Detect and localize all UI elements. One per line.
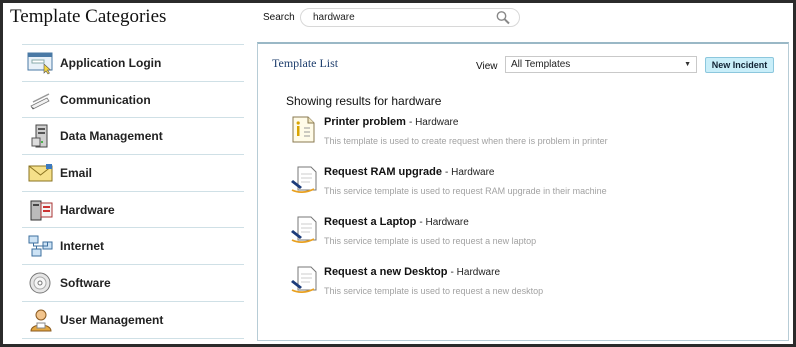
server-icon xyxy=(26,123,56,149)
result-title: Request RAM upgrade - Hardware xyxy=(324,166,495,178)
search-input[interactable] xyxy=(313,10,488,25)
result-category: Hardware xyxy=(425,217,469,228)
sidebar-item-label: Data Management xyxy=(60,129,163,144)
result-item-request-a-new-desktop[interactable]: Request a new Desktop - Hardware This se… xyxy=(288,264,768,304)
network-icon xyxy=(26,233,56,259)
result-item-request-a-laptop[interactable]: Request a Laptop - Hardware This service… xyxy=(288,214,768,254)
result-category: Hardware xyxy=(456,267,501,278)
result-item-request-ram-upgrade[interactable]: Request RAM upgrade - Hardware This serv… xyxy=(288,164,768,204)
sidebar-item-hardware[interactable]: Hardware xyxy=(22,192,244,229)
sidebar-item-application-login[interactable]: Application Login xyxy=(22,45,244,82)
printer-doc-icon xyxy=(292,116,315,143)
hardware-icon xyxy=(26,197,56,223)
result-name: Request a Laptop xyxy=(324,216,417,228)
sidebar-item-label: User Management xyxy=(60,312,164,327)
page-title: Template Categories xyxy=(10,6,167,27)
request-doc-icon xyxy=(291,266,317,294)
envelope-icon xyxy=(26,160,56,186)
result-description: This template is used to create request … xyxy=(324,136,608,146)
result-description: This service template is used to request… xyxy=(324,186,607,196)
result-name: Request a new Desktop xyxy=(324,266,448,278)
sidebar-item-software[interactable]: Software xyxy=(22,265,244,302)
results-heading: Showing results for hardware xyxy=(286,94,442,108)
sidebar-item-label: Communication xyxy=(60,92,151,107)
login-window-icon xyxy=(26,50,56,76)
view-select-value: All Templates xyxy=(511,59,571,70)
result-description: This service template is used to request… xyxy=(324,286,544,296)
sidebar-item-label: Email xyxy=(60,165,93,180)
sidebar-item-label: Internet xyxy=(60,239,105,254)
view-label: View xyxy=(476,61,498,72)
pen-icon xyxy=(26,87,56,113)
template-list-title: Template List xyxy=(272,56,339,70)
result-category: Hardware xyxy=(415,117,459,128)
result-title: Request a new Desktop - Hardware xyxy=(324,266,501,278)
result-title: Printer problem - Hardware xyxy=(324,116,459,128)
chevron-down-icon: ▼ xyxy=(684,61,691,68)
sidebar-item-label: Software xyxy=(60,275,111,290)
sidebar-item-communication[interactable]: Communication xyxy=(22,82,244,119)
disc-icon xyxy=(26,270,56,296)
result-name: Printer problem xyxy=(324,116,406,128)
sidebar-item-data-management[interactable]: Data Management xyxy=(22,118,244,156)
result-description: This service template is used to request… xyxy=(324,236,537,246)
user-icon xyxy=(26,307,56,333)
result-name: Request RAM upgrade xyxy=(324,166,442,178)
sidebar-item-label: Hardware xyxy=(60,202,115,217)
result-category: Hardware xyxy=(451,167,495,178)
result-title: Request a Laptop - Hardware xyxy=(324,216,469,228)
sidebar-item-label: Application Login xyxy=(60,55,162,70)
sidebar-item-email[interactable]: Email xyxy=(22,155,244,192)
sidebar-item-internet[interactable]: Internet xyxy=(22,228,244,266)
template-list-panel: Template List View All Templates ▼ New I… xyxy=(257,42,789,341)
new-incident-button[interactable]: New Incident xyxy=(705,57,774,73)
category-sidebar: Application Login Communication Data Man… xyxy=(22,44,244,339)
result-item-printer-problem[interactable]: Printer problem - Hardware This template… xyxy=(288,114,768,154)
sidebar-item-user-management[interactable]: User Management xyxy=(22,302,244,339)
search-box[interactable] xyxy=(300,8,520,27)
search-icon[interactable] xyxy=(495,10,511,25)
request-doc-icon xyxy=(291,216,317,244)
search-label: Search xyxy=(263,12,295,23)
view-select[interactable]: All Templates ▼ xyxy=(505,56,697,73)
request-doc-icon xyxy=(291,166,317,194)
